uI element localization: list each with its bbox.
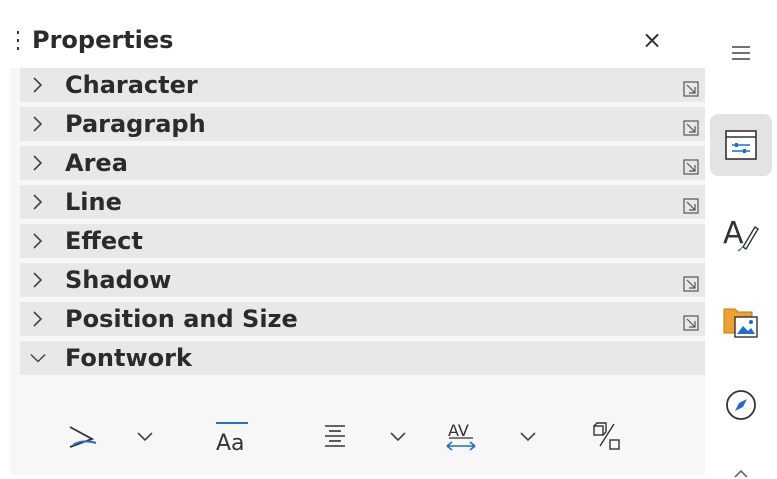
more-options-icon[interactable]	[683, 276, 699, 292]
sidebar-tab-properties[interactable]	[710, 114, 772, 176]
more-options-icon[interactable]	[683, 159, 699, 175]
properties-panel: Properties × Character Paragraph Area Li…	[10, 10, 710, 475]
more-options-icon[interactable]	[683, 198, 699, 214]
hamburger-menu-icon	[732, 46, 750, 60]
section-label: Area	[65, 149, 128, 177]
section-fontwork[interactable]: Fontwork	[20, 341, 710, 375]
panel-title: Properties	[32, 26, 174, 54]
sidebar-scroll-up[interactable]	[710, 455, 772, 479]
sidebar-menu-button[interactable]	[710, 22, 772, 84]
section-label: Character	[65, 71, 198, 99]
chevron-right-icon	[33, 155, 43, 171]
fontwork-tools: Aa AV	[10, 378, 705, 475]
styles-icon: A	[723, 216, 759, 252]
sidebar-tab-gallery[interactable]	[710, 290, 772, 352]
section-shadow[interactable]: Shadow	[20, 263, 710, 297]
chevron-down-icon[interactable]	[135, 418, 155, 454]
section-effect[interactable]: Effect	[20, 224, 710, 258]
fontwork-alignment-icon[interactable]	[320, 418, 350, 454]
sidebar-tab-navigator[interactable]	[710, 374, 772, 436]
more-options-icon[interactable]	[683, 81, 699, 97]
chevron-down-icon	[30, 353, 46, 363]
section-character[interactable]: Character	[20, 68, 710, 102]
svg-text:Aa: Aa	[216, 431, 245, 454]
fontwork-shape-icon[interactable]	[65, 418, 99, 454]
more-options-icon[interactable]	[683, 315, 699, 331]
section-position-and-size[interactable]: Position and Size	[20, 302, 710, 336]
chevron-right-icon	[33, 116, 43, 132]
character-spacing-icon[interactable]: AV	[444, 418, 480, 454]
properties-icon	[725, 130, 757, 160]
chevron-right-icon	[33, 311, 43, 327]
navigator-icon	[726, 390, 756, 420]
svg-text:AV: AV	[448, 421, 469, 440]
chevron-right-icon	[33, 272, 43, 288]
sidebar-tabbar: A	[705, 0, 777, 479]
section-line[interactable]: Line	[20, 185, 710, 219]
section-label: Shadow	[65, 266, 172, 294]
same-letter-heights-icon[interactable]: Aa	[212, 418, 252, 454]
chevron-down-icon[interactable]	[388, 418, 408, 454]
svg-text:A: A	[723, 216, 744, 251]
toggle-3d-icon[interactable]	[588, 418, 624, 454]
chevron-right-icon	[33, 233, 43, 249]
section-label: Fontwork	[65, 344, 192, 372]
section-label: Line	[65, 188, 122, 216]
panel-title-bar: Properties ×	[10, 10, 705, 68]
close-panel-button[interactable]: ×	[638, 26, 666, 54]
section-paragraph[interactable]: Paragraph	[20, 107, 710, 141]
more-options-icon[interactable]	[683, 120, 699, 136]
section-label: Paragraph	[65, 110, 206, 138]
section-label: Effect	[65, 227, 143, 255]
chevron-right-icon	[33, 194, 43, 210]
chevron-down-icon[interactable]	[518, 418, 538, 454]
drag-handle-icon[interactable]	[16, 31, 20, 55]
section-area[interactable]: Area	[20, 146, 710, 180]
section-label: Position and Size	[65, 305, 298, 333]
chevron-up-icon	[734, 469, 748, 478]
sidebar-tab-styles[interactable]: A	[710, 202, 772, 264]
gallery-icon	[723, 308, 758, 338]
chevron-right-icon	[33, 77, 43, 93]
